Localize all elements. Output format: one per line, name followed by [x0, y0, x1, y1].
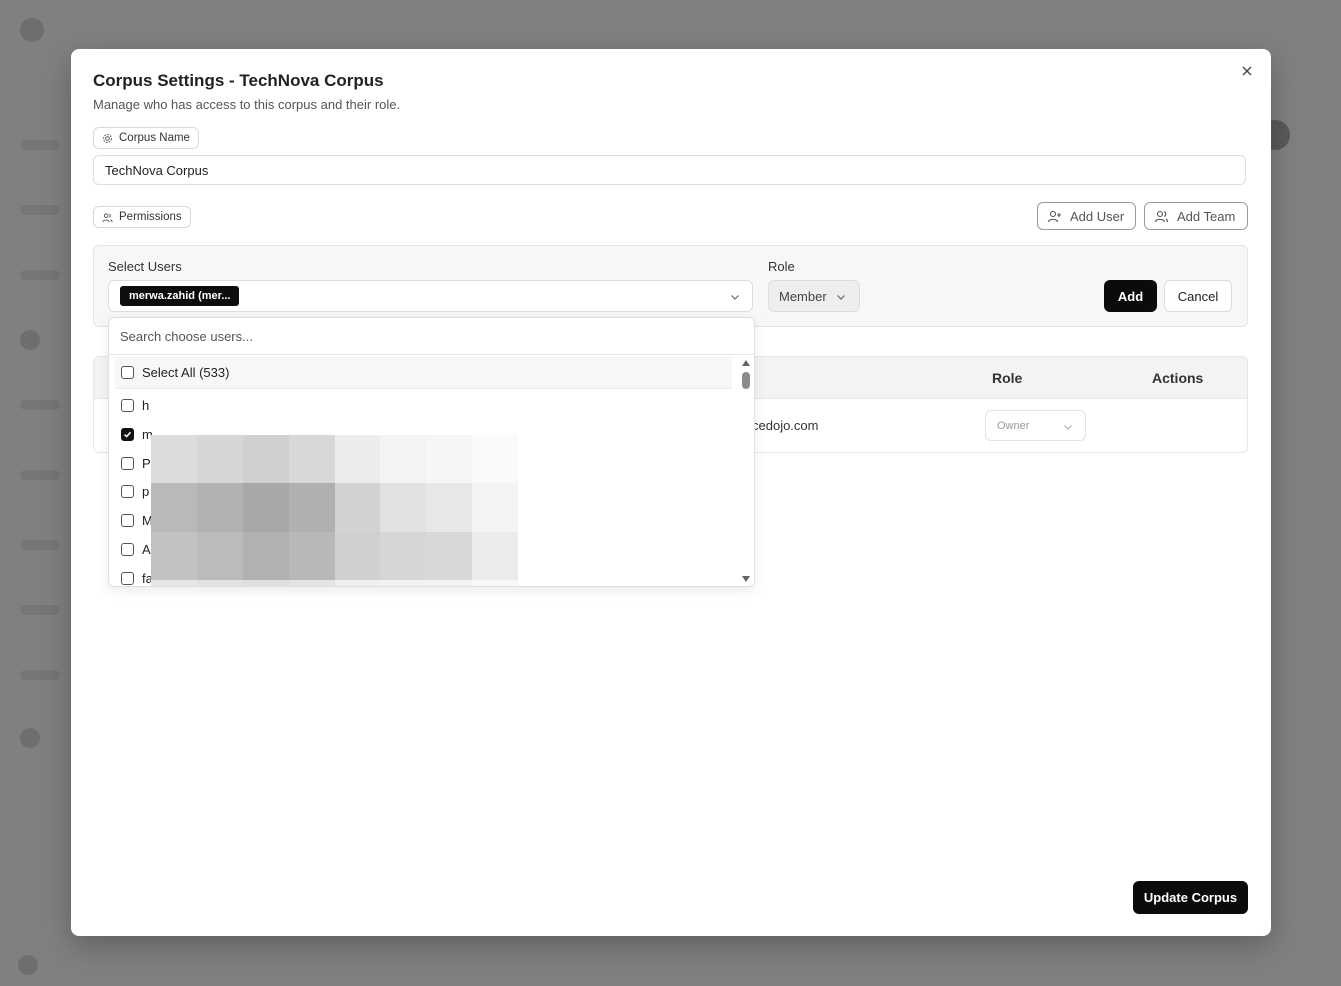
column-header-actions: Actions	[1152, 370, 1204, 386]
user-checkbox[interactable]	[121, 428, 134, 441]
user-option-label: A	[142, 542, 151, 557]
chevron-down-icon	[1064, 425, 1072, 430]
owner-role-select[interactable]: Owner	[985, 410, 1086, 441]
scroll-down-arrow-icon[interactable]	[742, 576, 750, 582]
background-nav-line	[20, 605, 60, 615]
background-avatar	[20, 330, 40, 350]
list-item[interactable]: h	[109, 391, 738, 420]
add-user-label: Add User	[1070, 208, 1125, 224]
corpus-name-chip: Corpus Name	[93, 127, 199, 149]
background-nav-line	[20, 400, 60, 410]
close-icon	[1242, 66, 1252, 76]
cancel-button[interactable]: Cancel	[1164, 280, 1232, 312]
selected-user-tag[interactable]: merwa.zahid (mer...	[120, 286, 240, 306]
corpus-name-input[interactable]: TechNova Corpus	[93, 155, 1246, 185]
corpus-settings-dialog: Corpus Settings - TechNova Corpus Manage…	[71, 49, 1271, 936]
background-nav-line	[20, 205, 60, 215]
chevron-down-icon	[731, 295, 739, 300]
user-plus-icon	[1047, 210, 1061, 222]
user-search-input[interactable]: Search choose users...	[109, 318, 754, 355]
checkmark-icon	[123, 431, 132, 438]
redacted-user-names	[151, 435, 518, 586]
chevron-down-icon	[837, 295, 845, 300]
background-user-avatar	[18, 955, 38, 975]
select-users-label: Select Users	[108, 259, 182, 274]
add-team-button[interactable]: Add Team	[1144, 202, 1248, 230]
background-nav-line	[20, 270, 60, 280]
user-option-label: P	[142, 456, 151, 471]
users-icon	[1154, 210, 1169, 222]
role-value: Member	[779, 288, 827, 304]
background-nav-line	[20, 540, 60, 550]
add-team-label: Add Team	[1177, 208, 1236, 224]
select-all-label: Select All (533)	[142, 365, 230, 380]
close-button[interactable]	[1237, 61, 1257, 81]
role-select[interactable]: Member	[768, 280, 860, 312]
gear-icon	[103, 133, 112, 143]
background-avatar	[20, 728, 40, 748]
permissions-label: Permissions	[119, 211, 182, 223]
add-button[interactable]: Add	[1104, 280, 1157, 312]
user-option-label: p	[142, 484, 150, 499]
owner-role-value: Owner	[997, 419, 1030, 432]
user-checkbox[interactable]	[121, 572, 134, 585]
background-nav-line	[20, 140, 60, 150]
dialog-subtitle: Manage who has access to this corpus and…	[93, 97, 401, 112]
user-checkbox[interactable]	[121, 543, 134, 556]
user-option-label: h	[142, 398, 150, 413]
select-all-checkbox[interactable]	[121, 366, 134, 379]
role-label: Role	[768, 259, 795, 274]
update-corpus-button[interactable]: Update Corpus	[1133, 881, 1248, 914]
user-checkbox[interactable]	[121, 457, 134, 470]
users-multiselect[interactable]: merwa.zahid (mer...	[108, 280, 753, 312]
select-all-option[interactable]: Select All (533)	[115, 357, 732, 389]
user-checkbox[interactable]	[121, 514, 134, 527]
add-users-panel: Select Users merwa.zahid (mer... Role Me…	[93, 245, 1248, 327]
user-checkbox[interactable]	[121, 485, 134, 498]
users-icon	[102, 212, 113, 222]
users-dropdown: Search choose users... Select All (533) …	[108, 317, 755, 587]
user-list: Select All (533) h m P p M A fa	[109, 355, 738, 586]
corpus-name-label: Corpus Name	[119, 132, 190, 144]
scrollbar-thumb[interactable]	[742, 372, 750, 389]
background-logo	[20, 18, 44, 42]
background-nav-line	[20, 670, 60, 680]
dropdown-scrollbar[interactable]	[738, 355, 754, 586]
add-user-button[interactable]: Add User	[1037, 202, 1136, 230]
user-email-cell: cedojo.com	[752, 418, 819, 433]
column-header-role: Role	[992, 370, 1023, 386]
permissions-chip: Permissions	[93, 206, 191, 228]
scroll-up-arrow-icon[interactable]	[742, 360, 750, 366]
dialog-title: Corpus Settings - TechNova Corpus	[93, 71, 384, 90]
background-nav-line	[20, 470, 60, 480]
user-checkbox[interactable]	[121, 399, 134, 412]
